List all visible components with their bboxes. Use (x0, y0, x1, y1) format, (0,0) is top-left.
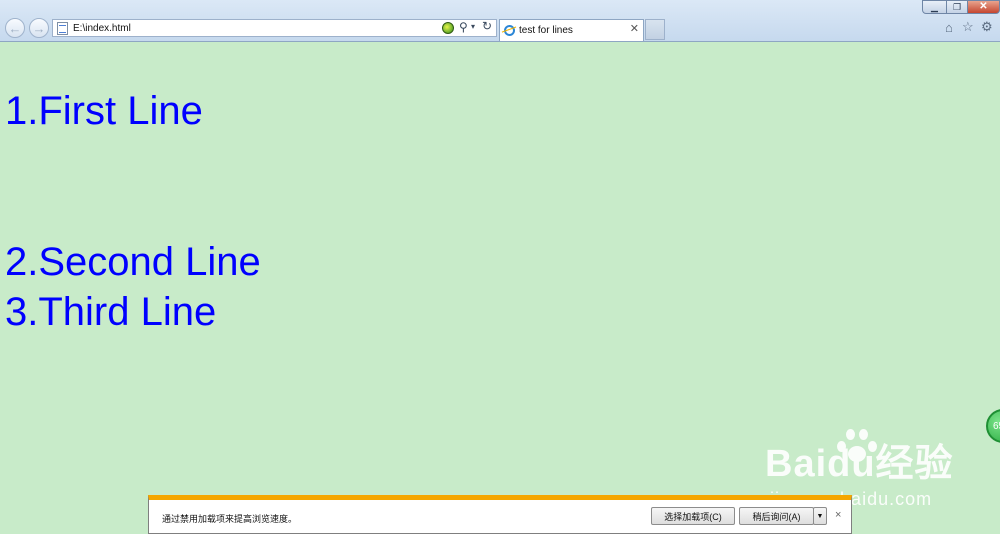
browser-chrome: ▁ ❐ ✕ ← → E:\index.html ⚲ ▾ ↻ test for l… (0, 0, 1000, 42)
home-icon[interactable]: ⌂ (945, 20, 953, 35)
forward-arrow-icon: → (32, 20, 46, 36)
watermark-brand: Baidu经验 (765, 443, 954, 485)
tab-active[interactable]: test for lines ✕ (499, 19, 644, 41)
gear-icon[interactable]: ⚙ (981, 19, 993, 35)
select-addons-button[interactable]: 选择加载项(C) (651, 507, 735, 525)
address-dropdown-icon[interactable]: ▾ (471, 22, 475, 31)
ask-later-button[interactable]: 稍后询问(A) (739, 507, 814, 525)
back-arrow-icon: ← (8, 20, 22, 36)
new-tab-button[interactable] (645, 19, 665, 40)
badge-text: 65 (993, 420, 1000, 432)
search-icon[interactable]: ⚲ (459, 20, 468, 34)
restore-button[interactable]: ❐ (946, 0, 968, 14)
notification-bar: 通过禁用加载项来提高浏览速度。 选择加载项(C) 稍后询问(A) ▼ × (148, 495, 852, 534)
refresh-icon[interactable]: ↻ (482, 19, 492, 33)
first-line-heading: 1.First Line (5, 89, 203, 133)
third-line-heading: 3.Third Line (5, 290, 217, 334)
compatibility-view-icon[interactable] (442, 22, 454, 34)
address-text[interactable]: E:\index.html (73, 23, 131, 34)
address-bar[interactable]: E:\index.html (52, 19, 497, 37)
back-button[interactable]: ← (5, 18, 25, 38)
tab-close-icon[interactable]: ✕ (630, 24, 639, 35)
forward-button[interactable]: → (29, 18, 49, 38)
ie-icon (504, 25, 515, 36)
page-icon (57, 21, 68, 35)
tab-title: test for lines (519, 25, 573, 36)
floating-badge[interactable]: 65 (986, 409, 1000, 443)
ask-later-dropdown-icon[interactable]: ▼ (813, 507, 827, 525)
notification-close-icon[interactable]: × (835, 509, 841, 521)
star-icon[interactable]: ☆ (962, 19, 974, 35)
second-line-heading: 2.Second Line (5, 240, 261, 284)
minimize-button[interactable]: ▁ (922, 0, 947, 14)
notification-message: 通过禁用加载项来提高浏览速度。 (162, 514, 298, 524)
window-close-button[interactable]: ✕ (967, 0, 1000, 14)
